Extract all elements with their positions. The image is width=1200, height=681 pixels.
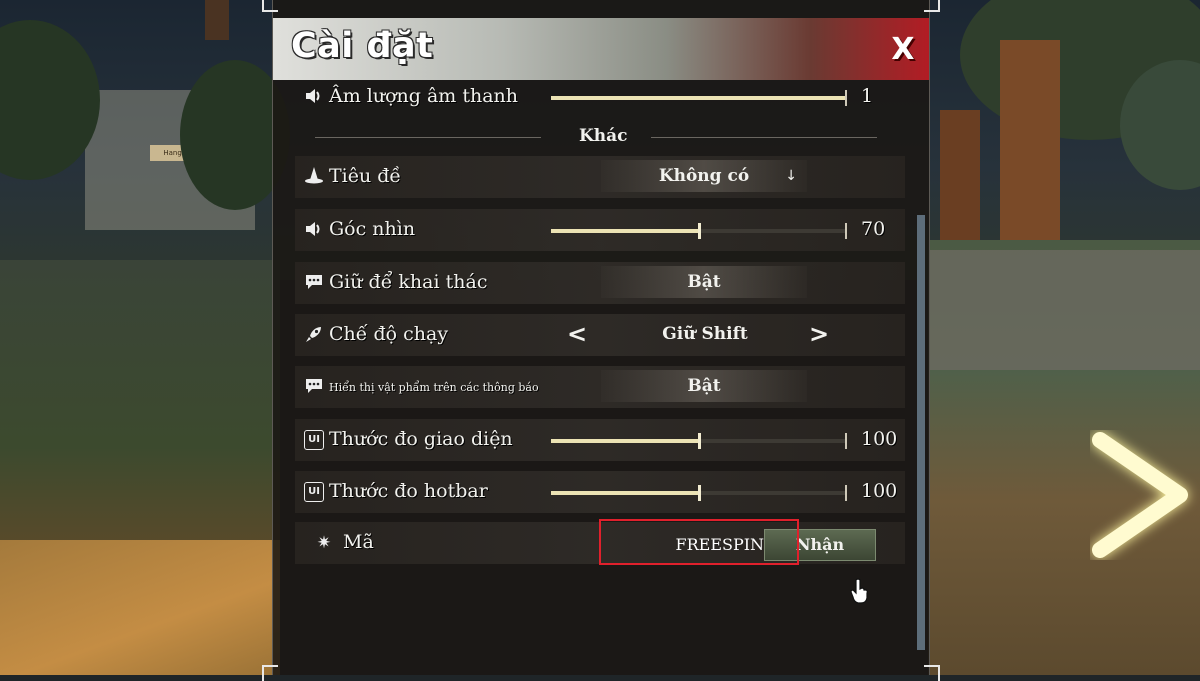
chevron-right-button[interactable]: >: [805, 318, 833, 350]
panel-corner: [262, 665, 278, 681]
stone-wall: [930, 250, 1200, 370]
ui-scale-value: 100: [861, 428, 898, 450]
ui-badge-icon: UI: [303, 429, 325, 451]
sparkle-icon: ✷: [316, 533, 332, 553]
settings-row-item-notifications: Hiển thị vật phẩm trên các thông báo Bật: [295, 366, 905, 408]
chevron-left-button[interactable]: <: [563, 318, 591, 350]
chat-bubble-icon: [303, 272, 325, 294]
ui-scale-label: Thước đo giao diện: [329, 428, 513, 450]
hold-to-mine-toggle[interactable]: Bật: [601, 266, 807, 298]
hold-to-mine-label: Giữ để khai thác: [329, 271, 488, 293]
highlight-box: [599, 519, 799, 565]
slider-knob[interactable]: [698, 485, 701, 501]
tree-trunk: [1000, 40, 1060, 240]
settings-row-title: Tiêu đề Không có ↓: [295, 156, 905, 198]
glowing-arrow-icon: [1092, 432, 1188, 558]
tree-trunk: [205, 0, 229, 40]
arrow-down-icon: ↓: [785, 168, 797, 184]
settings-panel: Cài đặt X Âm lượng âm thanh 1 Khác Tiêu …: [272, 0, 930, 675]
ui-scale-slider[interactable]: [551, 433, 847, 449]
panel-corner: [924, 0, 940, 12]
page-title: Cài đặt: [291, 26, 434, 66]
witch-hat-icon: [303, 166, 325, 188]
dirt-path: [0, 540, 280, 675]
panel-corner: [262, 0, 278, 12]
fov-slider[interactable]: [551, 223, 847, 239]
sprint-mode-value: Giữ Shift: [662, 324, 748, 344]
slider-fill: [551, 229, 699, 233]
settings-row-hold-to-mine: Giữ để khai thác Bật: [295, 262, 905, 304]
fov-label: Góc nhìn: [329, 218, 416, 240]
settings-row-fov: Góc nhìn 70: [295, 209, 905, 251]
slider-end: [845, 90, 847, 106]
slider-knob[interactable]: [698, 433, 701, 449]
code-label: Mã: [343, 531, 374, 553]
ui-badge-text: UI: [304, 430, 324, 450]
tree-trunk: [940, 110, 980, 240]
settings-row-ui-scale: UI Thước đo giao diện 100: [295, 419, 905, 461]
title-dropdown[interactable]: Không có ↓: [601, 160, 807, 192]
rocket-icon: [303, 324, 325, 346]
slider-fill: [551, 491, 699, 495]
title-selected: Không có: [658, 166, 750, 186]
volume-value: 1: [861, 85, 874, 107]
item-notifications-label: Hiển thị vật phẩm trên các thông báo: [329, 381, 539, 394]
slider-fill: [551, 96, 847, 100]
item-notifications-toggle[interactable]: Bật: [601, 370, 807, 402]
panel-corner: [924, 665, 940, 681]
ui-badge-text: UI: [304, 482, 324, 502]
slider-fill: [551, 439, 699, 443]
fov-value: 70: [861, 218, 886, 240]
volume-label: Âm lượng âm thanh: [329, 85, 519, 107]
section-divider: [315, 137, 541, 138]
header-top-gap: [273, 0, 929, 18]
settings-row-sprint-mode: Chế độ chạy < Giữ Shift >: [295, 314, 905, 356]
section-divider: [651, 137, 877, 138]
section-other-label: Khác: [579, 126, 628, 146]
settings-row-volume: Âm lượng âm thanh 1: [295, 76, 905, 118]
close-button[interactable]: X: [885, 32, 921, 68]
hotbar-scale-slider[interactable]: [551, 485, 847, 501]
chat-bubble-icon: [303, 376, 325, 398]
hotbar-scale-label: Thước đo hotbar: [329, 480, 488, 502]
slider-end: [845, 433, 847, 449]
settings-row-hotbar-scale: UI Thước đo hotbar 100: [295, 471, 905, 513]
scrollbar[interactable]: [917, 215, 925, 650]
sprint-mode-label: Chế độ chạy: [329, 323, 449, 345]
hotbar-scale-value: 100: [861, 480, 898, 502]
slider-end: [845, 485, 847, 501]
slider-end: [845, 223, 847, 239]
hand-cursor-icon: [850, 578, 868, 604]
slider-knob[interactable]: [698, 223, 701, 239]
title-label: Tiêu đề: [329, 165, 402, 187]
volume-slider[interactable]: [551, 90, 847, 106]
ui-badge-icon: UI: [303, 481, 325, 503]
speaker-icon: [303, 219, 325, 241]
speaker-icon: [303, 86, 325, 108]
